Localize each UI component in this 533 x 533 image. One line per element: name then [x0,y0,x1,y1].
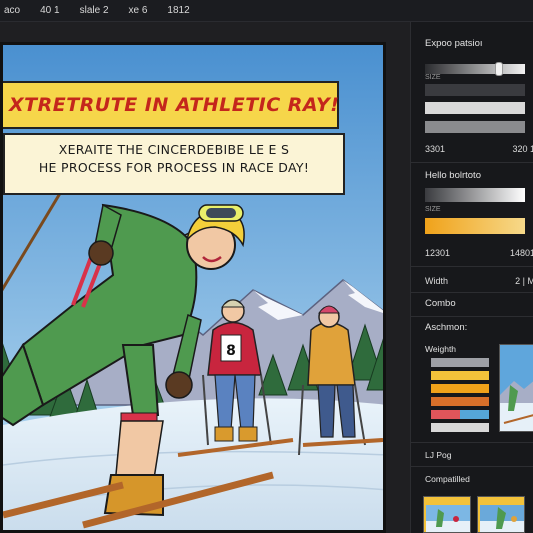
size-label-2: SIZE [425,206,441,213]
ashimon-label: Aschmon: [425,322,468,333]
swatch-gray[interactable] [431,358,489,367]
divider-4 [411,316,533,317]
divider-5 [411,442,533,443]
compat-thumbnail-2[interactable] [477,496,525,533]
toolbar-item-5[interactable]: 1812 [157,5,199,16]
preview-thumbnail[interactable] [499,344,533,432]
orange-gradient-bar[interactable] [425,218,525,234]
caption-line-1: XERAITE THE CINCERDEBIBE LE E S [58,142,290,157]
swatch-red-blue[interactable] [431,410,489,419]
lj-label: LJ Pog [425,450,452,460]
properties-panel: Expoo patsioı SIZE 3301 320 1 Hello bolr… [410,22,533,533]
swatch-orange[interactable] [431,384,489,393]
banner-text: XTRETRUTE IN ATHLETIC RAY! [9,94,340,116]
toolbar-item-4[interactable]: xe 6 [119,5,158,16]
title-banner: XTRETRUTE IN ATHLETIC RAY! [3,81,340,129]
size-values-row-2: 12301 14801 [425,248,533,258]
expo-label: Expoo patsioı [425,38,483,49]
divider-1 [411,162,533,163]
canvas-area[interactable]: 8 XTRETRUTE IN ATHLETIC RAY! XERAITE THE… [0,22,410,533]
size-label-1: SIZE [425,74,441,81]
weighth-label: Weighth [425,344,457,354]
compatibility-label: Compatilled [425,474,470,484]
swatch-yellow[interactable] [431,371,489,380]
divider-6 [411,466,533,467]
divider-3 [411,292,533,293]
caption-line-2: HE PROCESS FOR PROCESS IN RACE DAY! [38,160,310,175]
expo-slider-handle[interactable] [495,62,503,76]
size-bar-3[interactable] [425,121,525,133]
hello-label: Hello bolrtoto [425,170,481,181]
value-a-left: 3301 [425,144,446,154]
caption-box: XERAITE THE CINCERDEBIBE LE E S HE PROCE… [3,133,345,195]
swatch-light[interactable] [431,423,489,432]
comic-artwork[interactable]: 8 XTRETRUTE IN ATHLETIC RAY! XERAITE THE… [0,42,386,533]
value-b-right: 14801 [509,248,533,258]
top-toolbar: aco 40 1 slale 2 xe 6 1812 [0,0,533,22]
bib-number: 8 [226,343,236,359]
width-label: Width [425,276,449,286]
width-value[interactable]: 2 | MA [515,276,533,286]
combo-label[interactable]: Combo [425,298,456,309]
swatch-dark-orange[interactable] [431,397,489,406]
size-bar-2[interactable] [425,102,525,114]
expo-slider[interactable] [425,64,525,74]
gradient-slider[interactable] [425,188,525,202]
toolbar-item-1[interactable]: aco [0,5,30,16]
divider-2 [411,266,533,267]
size-values-row: 3301 320 1 [425,144,533,154]
width-row[interactable]: Width 2 | MA [425,276,533,286]
compat-thumbnail-1[interactable] [423,496,471,533]
toolbar-item-2[interactable]: 40 1 [30,5,69,16]
value-b-left: 12301 [425,248,451,258]
size-bar-1[interactable] [425,84,525,96]
value-a-right: 320 1 [512,144,533,154]
toolbar-item-3[interactable]: slale 2 [70,5,119,16]
